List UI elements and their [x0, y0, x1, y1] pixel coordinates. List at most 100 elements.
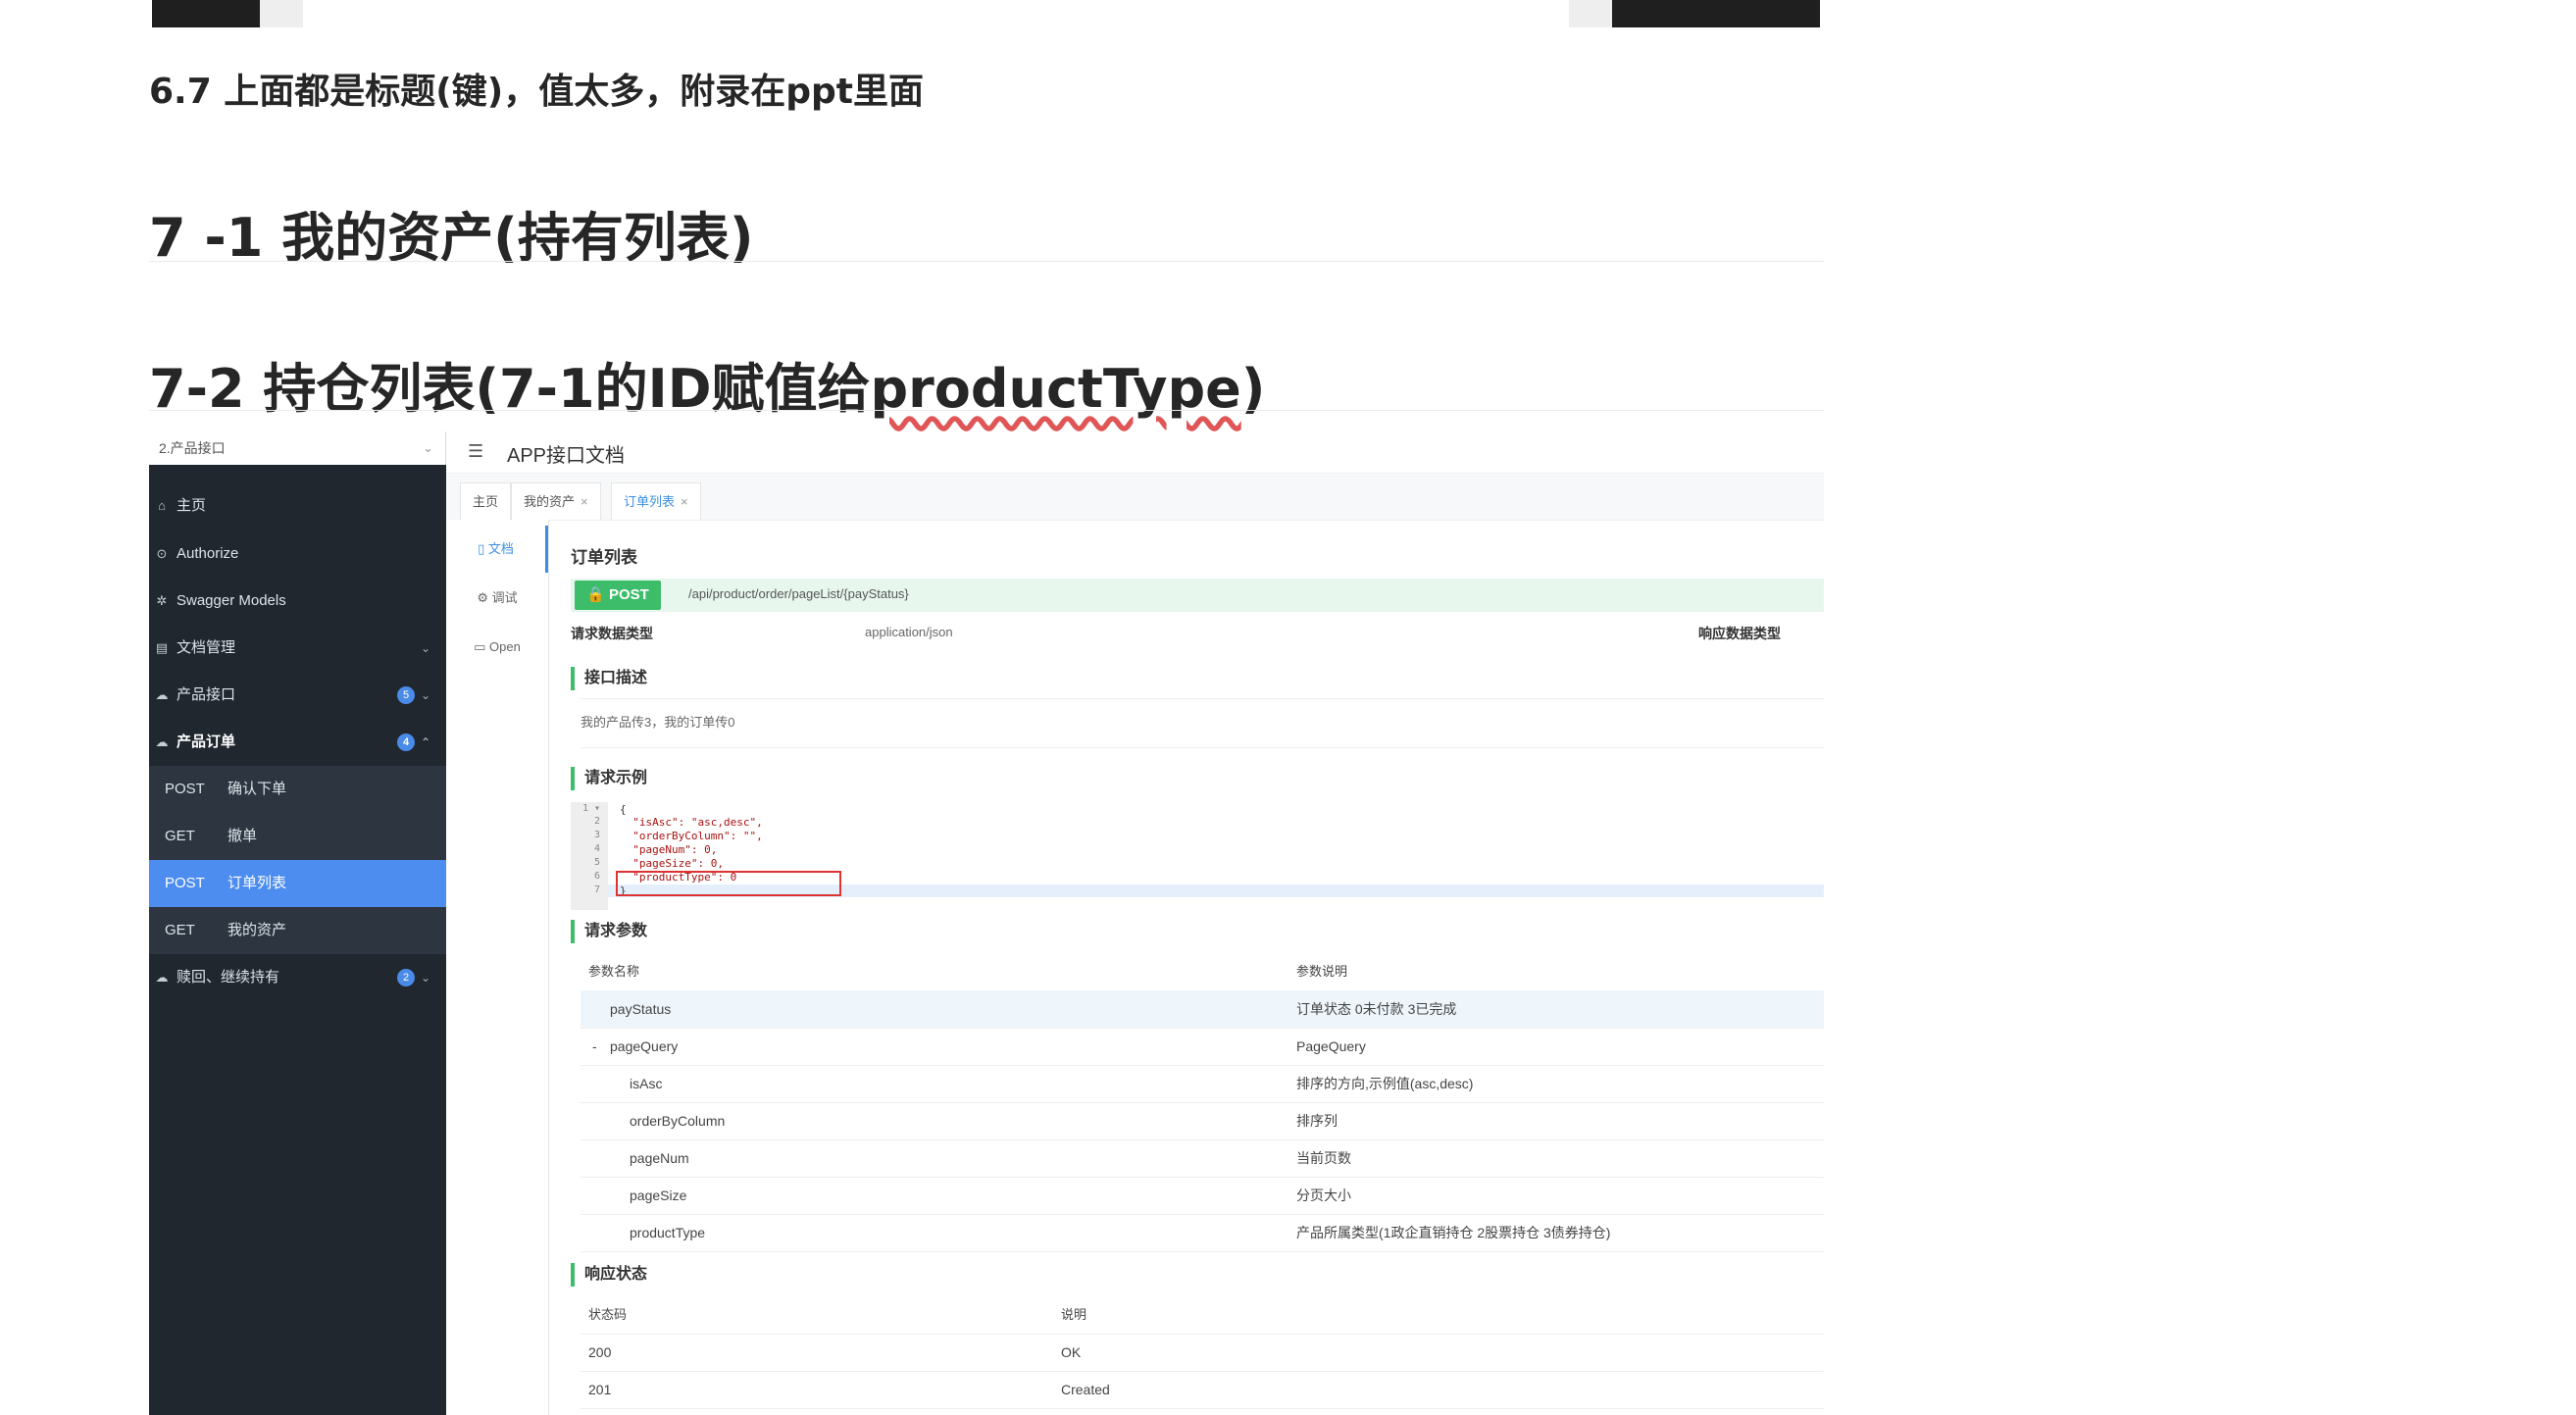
- section-divider: [581, 698, 1824, 699]
- nav-label: 文档: [487, 541, 514, 556]
- code-line: "pageSize": 0,: [620, 857, 724, 870]
- heading-divider: [149, 261, 1824, 262]
- table-row: pageSize 分页大小: [581, 1177, 1824, 1215]
- api-title: 订单列表: [571, 548, 637, 567]
- nav-open[interactable]: ▭ Open: [446, 624, 548, 671]
- table-row: orderByColumn 排序列: [581, 1102, 1824, 1140]
- sidebar-item-label: 赎回、继续持有: [177, 969, 280, 985]
- group-select-value: 2.产品接口: [159, 440, 226, 456]
- request-type-value: application/json: [865, 625, 953, 639]
- heading-6-7: 6.7 上面都是标题(键)，值太多，附录在ppt里面: [149, 72, 924, 112]
- count-badge: 4: [397, 733, 415, 751]
- home-icon: ⌂: [158, 498, 166, 513]
- column-header: 参数说明: [1296, 964, 1348, 979]
- table-row: payStatus 订单状态 0未付款 3已完成: [581, 990, 1824, 1029]
- sidebar-item-product-api[interactable]: ☁ 产品接口 5 ⌄: [149, 672, 446, 719]
- sidebar-item-doc-manage[interactable]: ▤ 文档管理 ⌄: [149, 625, 446, 672]
- sidebar-item-authorize[interactable]: ⊙ Authorize: [149, 531, 446, 578]
- param-desc: 排序的方向,示例值(asc,desc): [1296, 1076, 1474, 1091]
- request-type-label: 请求数据类型: [571, 626, 653, 641]
- http-method: GET: [165, 922, 195, 938]
- code-line: "orderByColumn": "",: [620, 830, 763, 842]
- cloud-icon: ☁: [155, 970, 169, 985]
- param-name: pageNum: [630, 1150, 689, 1166]
- column-header: 说明: [1061, 1307, 1087, 1322]
- sidebar-subitem-order-list[interactable]: POST 订单列表: [149, 860, 446, 907]
- count-badge: 2: [397, 969, 415, 986]
- chevron-up-icon: ⌃: [420, 735, 430, 749]
- close-icon[interactable]: ×: [581, 494, 588, 509]
- sidebar-item-label: 文档管理: [177, 639, 236, 656]
- count-badge: 5: [397, 686, 415, 704]
- status-desc: Created: [1061, 1382, 1110, 1397]
- sidebar-item-redeem[interactable]: ☁ 赎回、继续持有 2 ⌄: [149, 954, 446, 1001]
- heading-7-2: 7-2 持仓列表(7-1的ID赋值给productType): [149, 345, 1265, 423]
- menu-toggle-icon[interactable]: ☰: [468, 441, 483, 462]
- param-desc: 产品所属类型(1政企直销持仓 2股票持仓 3债券持仓): [1296, 1225, 1611, 1240]
- http-method: GET: [165, 828, 195, 844]
- api-content: 订单列表 🔒 POST /api/product/order/pageList/…: [571, 520, 1824, 1415]
- sidebar-subitem-label: 我的资产: [227, 922, 287, 938]
- group-select[interactable]: 2.产品接口 ⌄: [149, 431, 446, 465]
- param-desc: 当前页数: [1296, 1150, 1351, 1166]
- code-line: {: [620, 803, 627, 816]
- tab-home[interactable]: 主页: [460, 482, 512, 520]
- cloud-icon: ☁: [155, 687, 169, 702]
- param-name: isAsc: [630, 1076, 663, 1091]
- table-row[interactable]: - pageQuery PageQuery: [581, 1028, 1824, 1066]
- sidebar-item-product-order[interactable]: ☁ 产品订单 4 ⌃: [149, 719, 446, 766]
- embedded-screenshot: 2.产品接口 ⌄ ⌂ 主页 ⊙ Authorize ✲ Swagger Mode…: [149, 431, 1824, 1415]
- tab-order-list[interactable]: 订单列表 ×: [611, 482, 701, 520]
- lock-icon: ⊙: [156, 546, 168, 561]
- sidebar-item-label: Swagger Models: [177, 592, 286, 609]
- chevron-down-icon: ⌄: [423, 440, 433, 455]
- tab-my-assets[interactable]: 我的资产 ×: [511, 482, 601, 520]
- param-name: payStatus: [610, 1001, 672, 1017]
- sidebar-subitem-confirm-order[interactable]: POST 确认下单: [149, 766, 446, 813]
- chevron-down-icon: ⌄: [420, 641, 430, 655]
- section-title-response-status: 响应状态: [571, 1263, 647, 1287]
- app-title: APP接口文档: [507, 445, 626, 467]
- sidebar-subitem-my-assets[interactable]: GET 我的资产: [149, 907, 446, 954]
- nav-label: 调试: [491, 590, 518, 605]
- endpoint-bar: 🔒 POST /api/product/order/pageList/{payS…: [571, 579, 1824, 612]
- sidebar-subitem-label: 撤单: [227, 828, 258, 844]
- tab-label: 我的资产: [524, 494, 576, 509]
- table-row: pageNum 当前页数: [581, 1139, 1824, 1178]
- gear-icon: ✲: [156, 593, 168, 608]
- previous-image-fragment-gray-left: [260, 0, 303, 27]
- status-code: 201: [588, 1382, 612, 1397]
- tab-label: 订单列表: [624, 494, 676, 509]
- method-label: POST: [609, 586, 649, 603]
- sidebar-item-home[interactable]: ⌂ 主页: [149, 482, 446, 530]
- nav-debug[interactable]: ⚙ 调试: [446, 575, 548, 622]
- code-line: "pageNum": 0,: [620, 843, 718, 856]
- sidebar-subitem-cancel-order[interactable]: GET 撤单: [149, 813, 446, 860]
- heading-divider: [149, 410, 1824, 411]
- request-example-editor[interactable]: 1 ▾ 2 3 4 5 6 7 { "isAsc": "asc,desc", "…: [571, 802, 1824, 910]
- status-code: 200: [588, 1344, 612, 1360]
- previous-image-fragment-right: [1612, 0, 1820, 27]
- sidebar-item-swagger-models[interactable]: ✲ Swagger Models: [149, 578, 446, 625]
- status-desc: OK: [1061, 1344, 1082, 1360]
- doc-mode-nav: ▯ 文档 ⚙ 调试 ▭ Open: [446, 520, 549, 1415]
- collapse-icon[interactable]: -: [592, 1028, 597, 1065]
- annotation-highlight-box: [616, 871, 841, 896]
- previous-image-fragment-gray-right: [1569, 0, 1612, 27]
- close-icon[interactable]: ×: [681, 494, 688, 509]
- line-number-gutter: 1 ▾ 2 3 4 5 6 7: [571, 802, 608, 910]
- response-table-header: 状态码 说明: [581, 1296, 1824, 1335]
- cloud-icon: ☁: [155, 734, 169, 749]
- http-method: POST: [165, 875, 205, 891]
- nav-doc[interactable]: ▯ 文档: [446, 526, 548, 573]
- table-row: isAsc 排序的方向,示例值(asc,desc): [581, 1065, 1824, 1103]
- method-badge: 🔒 POST: [575, 581, 661, 610]
- sidebar: 2.产品接口 ⌄ ⌂ 主页 ⊙ Authorize ✲ Swagger Mode…: [149, 431, 446, 1415]
- param-desc: PageQuery: [1296, 1038, 1366, 1054]
- sidebar-item-label: 主页: [177, 497, 207, 514]
- section-title-request-example: 请求示例: [571, 767, 647, 790]
- response-type-label: 响应数据类型: [1698, 626, 1781, 641]
- column-header: 状态码: [588, 1307, 628, 1322]
- param-desc: 订单状态 0未付款 3已完成: [1296, 1001, 1457, 1017]
- http-method: POST: [165, 781, 205, 797]
